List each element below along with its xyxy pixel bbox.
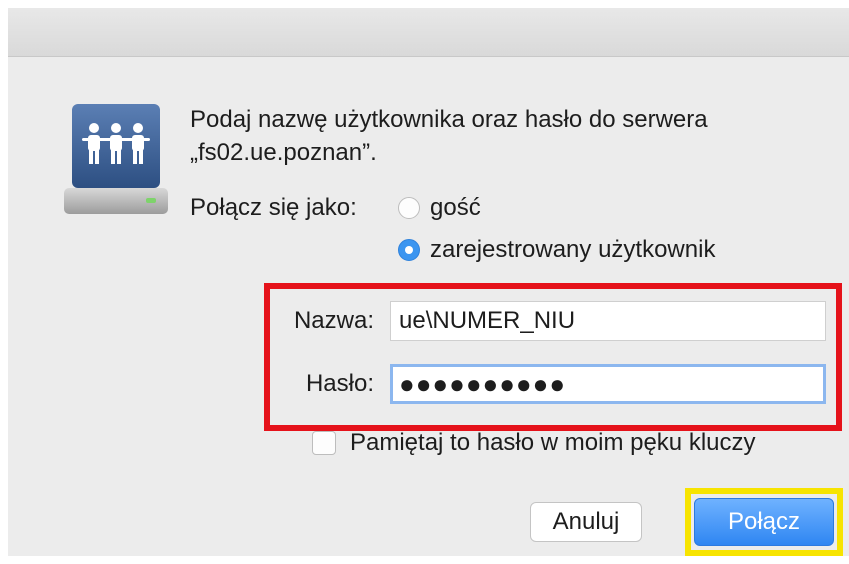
password-input[interactable]: ●●●●●●●●●● xyxy=(390,364,826,404)
radio-guest-label[interactable]: gość xyxy=(430,194,481,222)
connect-button[interactable]: Połącz xyxy=(694,498,834,546)
name-label: Nazwa: xyxy=(293,307,374,334)
remember-password-checkbox[interactable] xyxy=(312,431,336,455)
radio-registered-option[interactable]: zarejestrowany użytkownik xyxy=(398,233,715,267)
message-line-2: „fs02.ue.poznan”. xyxy=(190,139,377,166)
connect-to-server-dialog: Podaj nazwę użytkownika oraz hasło do se… xyxy=(8,8,849,556)
title-bar[interactable] xyxy=(8,8,849,57)
cancel-button[interactable]: Anuluj xyxy=(530,502,642,542)
name-input[interactable]: ue\NUMER_NIU xyxy=(390,301,826,341)
remember-password-label[interactable]: Pamiętaj to hasło w moim pęku kluczy xyxy=(350,429,756,457)
radio-registered-label[interactable]: zarejestrowany użytkownik xyxy=(430,236,715,264)
message-line-1: Podaj nazwę użytkownika oraz hasło do se… xyxy=(190,106,708,133)
password-label: Hasło: xyxy=(305,370,374,397)
radio-registered[interactable] xyxy=(398,239,420,261)
remember-password-option[interactable]: Pamiętaj to hasło w moim pęku kluczy xyxy=(312,429,756,457)
connect-as-label: Połącz się jako: xyxy=(190,194,357,221)
dialog-message: Podaj nazwę użytkownika oraz hasło do se… xyxy=(190,103,830,169)
network-server-users-icon xyxy=(64,104,168,214)
radio-guest-option[interactable]: gość xyxy=(398,191,481,225)
radio-guest[interactable] xyxy=(398,197,420,219)
